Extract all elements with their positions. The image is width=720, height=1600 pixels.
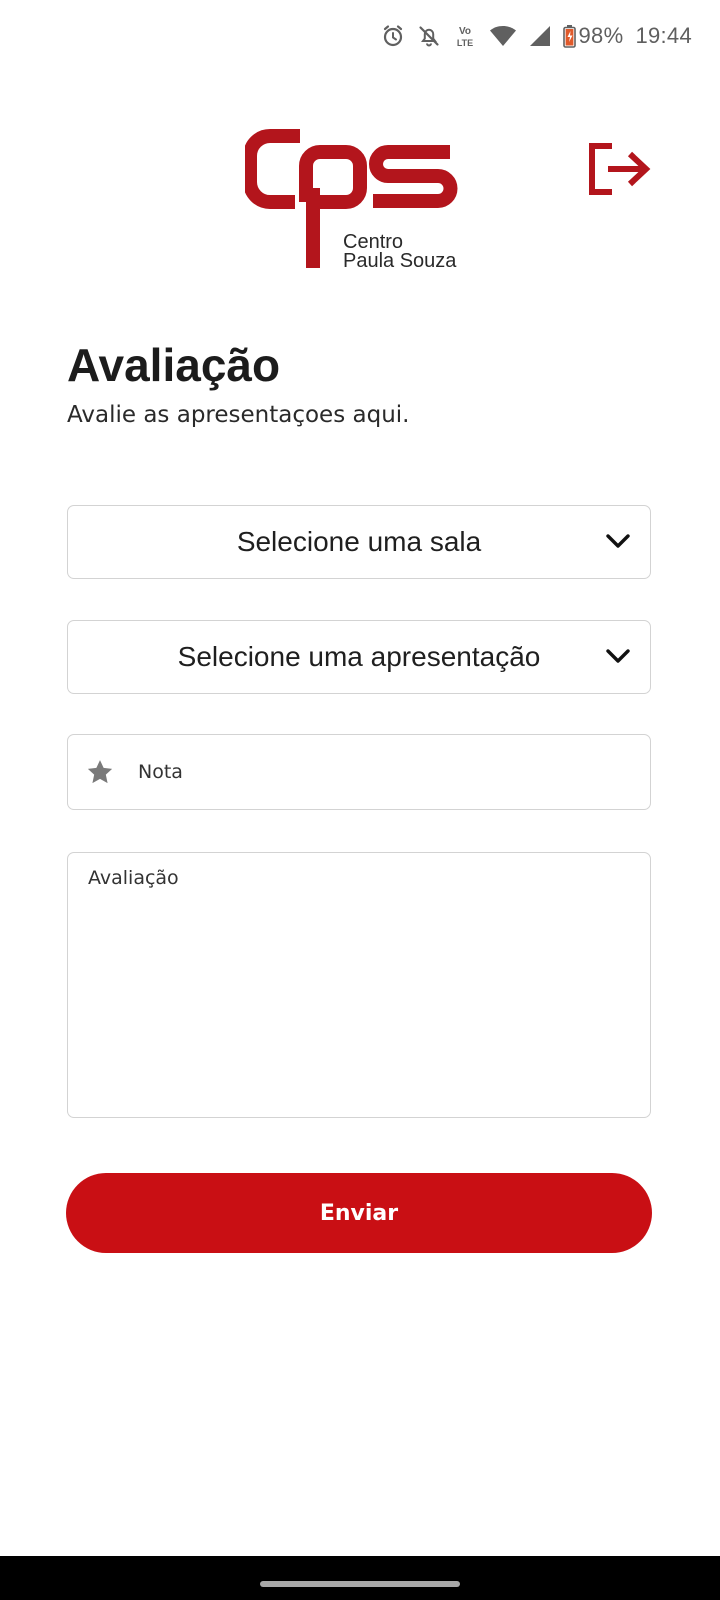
star-icon xyxy=(87,760,113,784)
signal-icon xyxy=(529,24,551,48)
grade-field[interactable] xyxy=(67,734,651,810)
chevron-down-icon xyxy=(606,649,630,663)
presentation-select[interactable]: Selecione uma apresentação xyxy=(67,620,651,694)
battery-icon xyxy=(562,24,576,48)
logout-icon xyxy=(589,143,651,195)
logout-button[interactable] xyxy=(586,140,652,202)
volte-top-text: Vo xyxy=(458,26,470,37)
battery-indicator: 98% xyxy=(562,23,624,49)
page-subtitle: Avalie as apresentaçoes aqui. xyxy=(67,402,410,428)
submit-button[interactable]: Enviar xyxy=(66,1173,652,1253)
volte-bottom-text: LTE xyxy=(456,38,472,48)
room-select-value: Selecione uma sala xyxy=(236,526,482,557)
room-select[interactable]: Selecione uma sala xyxy=(67,505,651,579)
status-icons: Vo LTE 98% 19:44 xyxy=(381,20,693,52)
home-indicator[interactable] xyxy=(260,1581,460,1587)
wifi-icon xyxy=(489,24,517,48)
review-textarea[interactable] xyxy=(88,867,630,1103)
status-bar: Vo LTE 98% 19:44 xyxy=(0,0,720,70)
chevron-down-icon xyxy=(606,534,630,548)
clock: 19:44 xyxy=(635,23,692,48)
bell-off-icon xyxy=(417,24,441,48)
logo-text-line2: Paula Souza xyxy=(343,250,457,272)
alarm-icon xyxy=(381,24,405,48)
evaluation-screen: Vo LTE 98% 19:44 Centro Paula Souza Aval… xyxy=(0,0,720,1600)
logo-text-line1: Centro xyxy=(343,231,404,253)
presentation-select-value: Selecione uma apresentação xyxy=(177,641,541,672)
volte-icon: Vo LTE xyxy=(453,23,477,49)
page-title: Avaliação xyxy=(67,339,281,391)
review-field[interactable] xyxy=(67,852,651,1118)
battery-percentage: 98% xyxy=(578,23,624,48)
grade-input[interactable] xyxy=(136,760,620,784)
navigation-bar xyxy=(0,1556,720,1600)
